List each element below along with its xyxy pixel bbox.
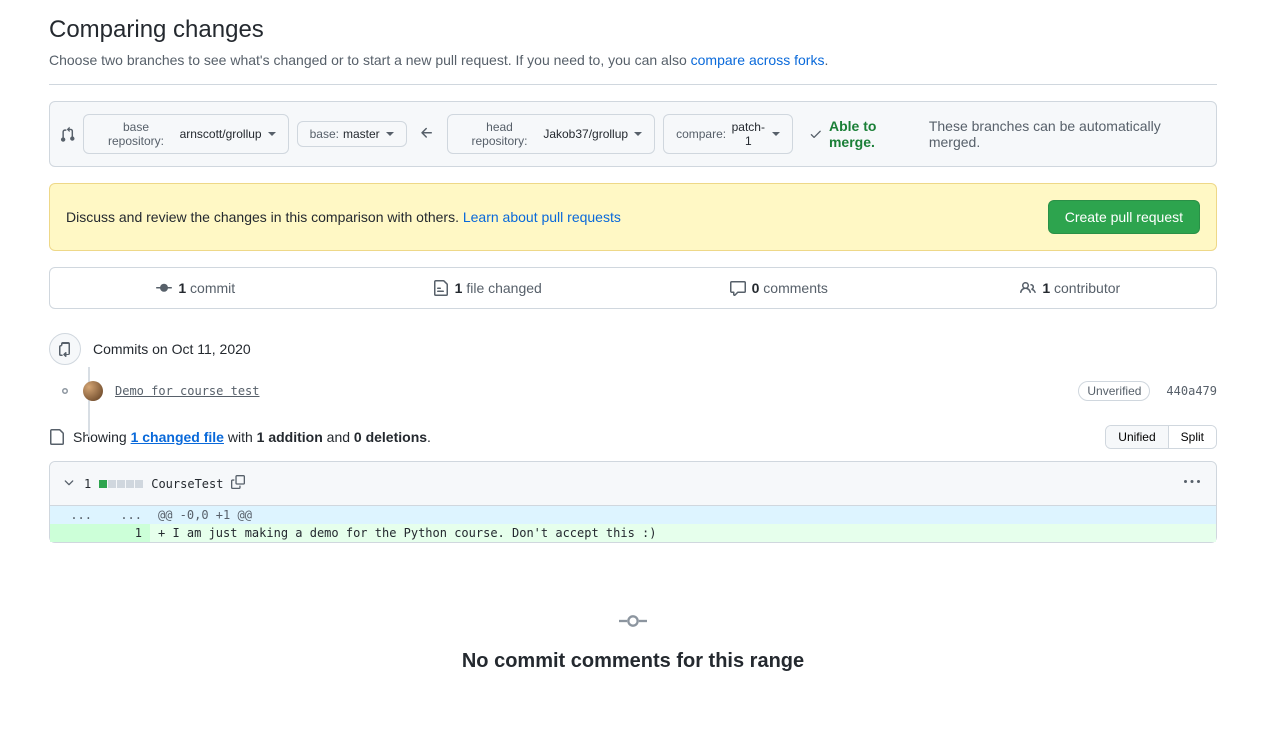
unified-view-button[interactable]: Unified: [1106, 426, 1167, 448]
check-icon: [809, 127, 823, 141]
hunk-header-row: ... ... @@ -0,0 +1 @@: [50, 506, 1216, 524]
file-diff-icon: [433, 280, 449, 296]
git-compare-icon: [60, 126, 75, 142]
compare-forks-link[interactable]: compare across forks: [691, 52, 825, 68]
diff-summary: Showing 1 changed file with 1 addition a…: [49, 429, 431, 445]
diff-line-added: 1 + I am just making a demo for the Pyth…: [50, 524, 1216, 542]
kebab-menu-icon[interactable]: [1180, 470, 1204, 497]
learn-pr-link[interactable]: Learn about pull requests: [463, 209, 621, 225]
changed-files-link[interactable]: 1 changed file: [131, 429, 224, 445]
create-pr-button[interactable]: Create pull request: [1048, 200, 1200, 234]
stat-contributors[interactable]: 1 contributor: [925, 268, 1217, 308]
pr-prompt-banner: Discuss and review the changes in this c…: [49, 183, 1217, 251]
comment-icon: [730, 280, 746, 296]
compare-stats: 1 commit 1 file changed 0 comments 1 con…: [49, 267, 1217, 309]
commit-row: Demo for course test Unverified 440a479: [49, 381, 1217, 401]
compare-branch-select[interactable]: compare: patch-1: [663, 114, 793, 154]
file-diff: 1 CourseTest ... ... @@ -0,0 +1 @@ 1 +: [49, 461, 1217, 543]
empty-title: No commit comments for this range: [49, 650, 1217, 673]
caret-down-icon: [386, 132, 394, 136]
commit-date-label: Commits on Oct 11, 2020: [93, 341, 251, 357]
diff-table: ... ... @@ -0,0 +1 @@ 1 + I am just maki…: [50, 506, 1216, 542]
caret-down-icon: [772, 132, 780, 136]
stat-files[interactable]: 1 file changed: [342, 268, 634, 308]
commits-timeline: Commits on Oct 11, 2020 Demo for course …: [49, 333, 1217, 401]
page-subtitle: Choose two branches to see what's change…: [49, 52, 1217, 68]
diff-view-toggle: Unified Split: [1105, 425, 1217, 449]
stat-commits[interactable]: 1 commit: [50, 268, 342, 308]
people-icon: [1020, 280, 1036, 296]
avatar[interactable]: [83, 381, 103, 401]
commit-group-icon: [49, 333, 81, 365]
empty-comments: No commit comments for this range: [49, 575, 1217, 705]
file-change-count: 1: [84, 477, 91, 491]
merge-status: Able to merge. These branches can be aut…: [809, 118, 1206, 150]
copy-icon[interactable]: [231, 475, 245, 492]
page-title: Comparing changes: [49, 16, 1217, 44]
caret-down-icon: [634, 132, 642, 136]
arrow-left-icon: [415, 125, 439, 144]
head-repo-select[interactable]: head repository: Jakob37/grollup: [447, 114, 655, 154]
range-editor: base repository: arnscott/grollup base: …: [49, 101, 1217, 167]
diffstat-icon: [99, 480, 143, 488]
file-name[interactable]: CourseTest: [151, 477, 223, 491]
verification-badge[interactable]: Unverified: [1078, 381, 1150, 401]
commit-sha[interactable]: 440a479: [1166, 384, 1217, 398]
chevron-down-icon[interactable]: [62, 475, 76, 492]
stat-comments[interactable]: 0 comments: [633, 268, 925, 308]
split-view-button[interactable]: Split: [1168, 426, 1216, 448]
commit-dot-icon: [59, 385, 71, 397]
commit-message-link[interactable]: Demo for course test: [115, 384, 1066, 398]
base-branch-select[interactable]: base: master: [297, 121, 407, 147]
caret-down-icon: [268, 132, 276, 136]
commit-icon: [156, 280, 172, 296]
commit-icon: [619, 607, 647, 635]
divider: [49, 84, 1217, 85]
file-diff-icon: [49, 429, 65, 445]
base-repo-select[interactable]: base repository: arnscott/grollup: [83, 114, 288, 154]
